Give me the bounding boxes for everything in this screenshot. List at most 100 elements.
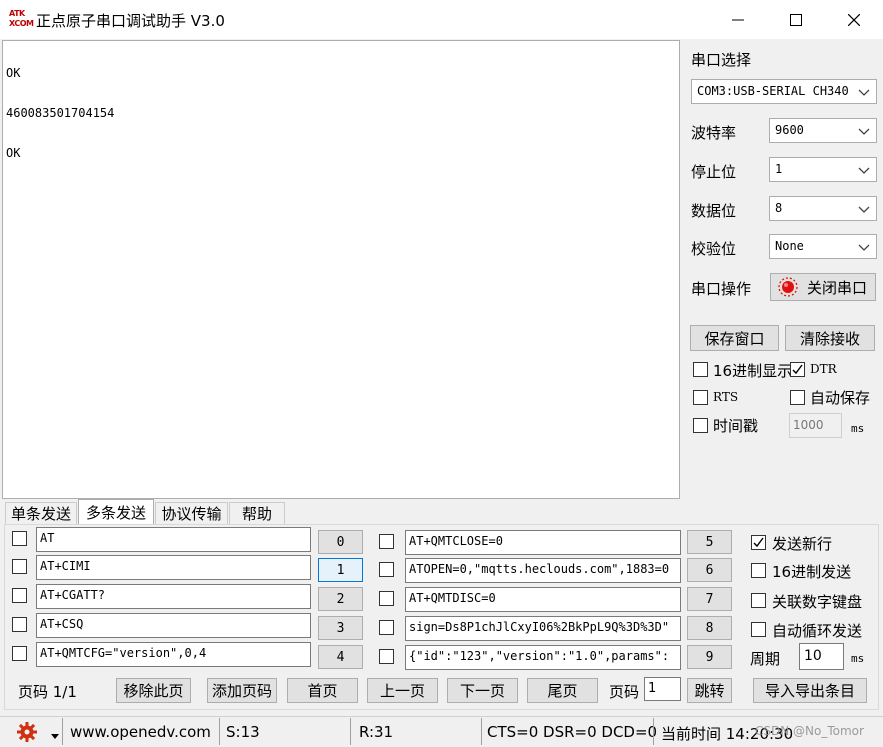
command-checkbox[interactable] [379,591,394,606]
goto-page-label: 页码 [609,683,640,701]
jump-button[interactable]: 跳转 [687,678,732,703]
last-page-button[interactable]: 尾页 [527,678,598,703]
send-command-button[interactable]: 9 [687,645,732,669]
send-command-button[interactable]: 2 [318,587,363,611]
close-button[interactable] [825,0,883,39]
gear-icon [17,722,37,742]
timestamp-checkbox[interactable] [693,418,708,433]
tab-single-send[interactable]: 单条发送 [5,502,77,524]
baud-select[interactable]: 9600 [769,118,877,143]
command-input[interactable]: AT+QMTCLOSE=0 [405,530,681,555]
baud-value: 9600 [775,123,804,137]
stop-bits-select[interactable]: 1 [769,157,877,182]
command-checkbox[interactable] [12,588,27,603]
close-icon [848,13,860,26]
next-page-button[interactable]: 下一页 [447,678,518,703]
command-checkbox[interactable] [379,534,394,549]
send-command-button[interactable]: 4 [318,645,363,669]
rts-checkbox[interactable] [693,390,708,405]
settings-button[interactable] [16,721,38,747]
command-input[interactable]: ATOPEN=0,"mqtts.heclouds.com",1883=0 [405,558,681,583]
close-port-button[interactable]: 关闭串口 [770,273,876,301]
app-logo: ATK XCOM [9,9,34,31]
hex-send-checkbox[interactable] [751,563,766,578]
parity-select[interactable]: None [769,234,877,259]
period-input[interactable]: 10 [799,643,844,670]
command-checkbox[interactable] [12,531,27,546]
caret-down-icon [51,734,59,739]
chevron-down-icon [858,244,870,251]
dtr-label: DTR [810,362,837,376]
status-led-icon [778,277,798,297]
prev-page-button[interactable]: 上一页 [367,678,438,703]
settings-dropdown-button[interactable] [51,728,59,744]
timestamp-unit: ms [851,422,865,435]
status-separator [481,718,482,745]
command-input[interactable]: AT+CGATT? [36,584,311,609]
port-operation-label: 串口操作 [691,280,752,298]
data-bits-select[interactable]: 8 [769,196,877,221]
command-checkbox[interactable] [379,562,394,577]
send-command-button[interactable]: 5 [687,530,732,554]
auto-save-checkbox[interactable] [790,390,805,405]
command-checkbox[interactable] [379,649,394,664]
timestamp-interval-input[interactable]: 1000 [789,413,842,438]
chevron-down-icon [858,128,870,135]
receive-textarea[interactable]: OK 460083501704154 OK [2,40,680,499]
save-window-button[interactable]: 保存窗口 [690,325,779,351]
dtr-checkbox[interactable] [790,362,805,377]
tab-multi-send[interactable]: 多条发送 [78,499,154,525]
tab-protocol[interactable]: 协议传输 [155,502,228,524]
maximize-button[interactable] [767,0,825,39]
command-input[interactable]: AT+QMTDISC=0 [405,587,681,612]
import-export-button[interactable]: 导入导出条目 [753,678,867,703]
send-newline-checkbox[interactable] [751,535,766,550]
goto-page-input[interactable]: 1 [644,677,681,701]
website-link[interactable]: www.openedv.com [70,723,211,741]
add-page-button[interactable]: 添加页码 [207,678,277,703]
hex-display-label: 16进制显示 [713,362,793,380]
send-command-button[interactable]: 8 [687,616,732,640]
command-input[interactable]: sign=Ds8P1chJlCxyI06%2BkPpL9Q%3D%3D" [405,616,681,641]
checkmark-icon [792,364,803,375]
command-checkbox[interactable] [12,646,27,661]
parity-label: 校验位 [691,240,737,258]
receive-line: OK [6,146,21,160]
remove-page-button[interactable]: 移除此页 [116,678,191,703]
checkmark-icon [753,537,764,548]
auto-loop-checkbox[interactable] [751,622,766,637]
clear-receive-button[interactable]: 清除接收 [785,325,875,351]
modem-lines-status: CTS=0 DSR=0 DCD=0 [487,723,658,741]
receive-line: OK [6,66,21,80]
status-separator [653,718,654,745]
command-checkbox[interactable] [12,559,27,574]
status-separator [219,718,220,745]
port-select-label: 串口选择 [691,51,752,69]
command-input[interactable]: AT+CIMI [36,555,311,580]
command-input[interactable]: AT+QMTCFG="version",0,4 [36,642,311,667]
send-command-button[interactable]: 1 [318,558,363,582]
command-input[interactable]: AT+CSQ [36,613,311,638]
period-unit: ms [851,652,865,665]
baud-label: 波特率 [691,124,737,142]
hex-display-checkbox[interactable] [693,362,708,377]
numpad-checkbox[interactable] [751,593,766,608]
send-command-button[interactable]: 0 [318,530,363,554]
period-label: 周期 [750,650,781,668]
data-bits-label: 数据位 [691,202,737,220]
status-separator [350,718,351,745]
command-checkbox[interactable] [12,617,27,632]
command-input[interactable]: AT [36,527,311,552]
tab-help[interactable]: 帮助 [229,502,285,524]
command-input[interactable]: {"id":"123","version":"1.0",params": [405,645,681,670]
send-command-button[interactable]: 3 [318,616,363,640]
page-indicator: 页码 1/1 [18,683,77,701]
port-select[interactable]: COM3:USB-SERIAL CH340 [691,79,877,104]
minimize-button[interactable] [709,0,767,39]
command-checkbox[interactable] [379,620,394,635]
logo-text-bottom: XCOM [9,19,34,28]
data-bits-value: 8 [775,201,783,215]
send-command-button[interactable]: 7 [687,587,732,611]
first-page-button[interactable]: 首页 [287,678,358,703]
send-command-button[interactable]: 6 [687,558,732,582]
